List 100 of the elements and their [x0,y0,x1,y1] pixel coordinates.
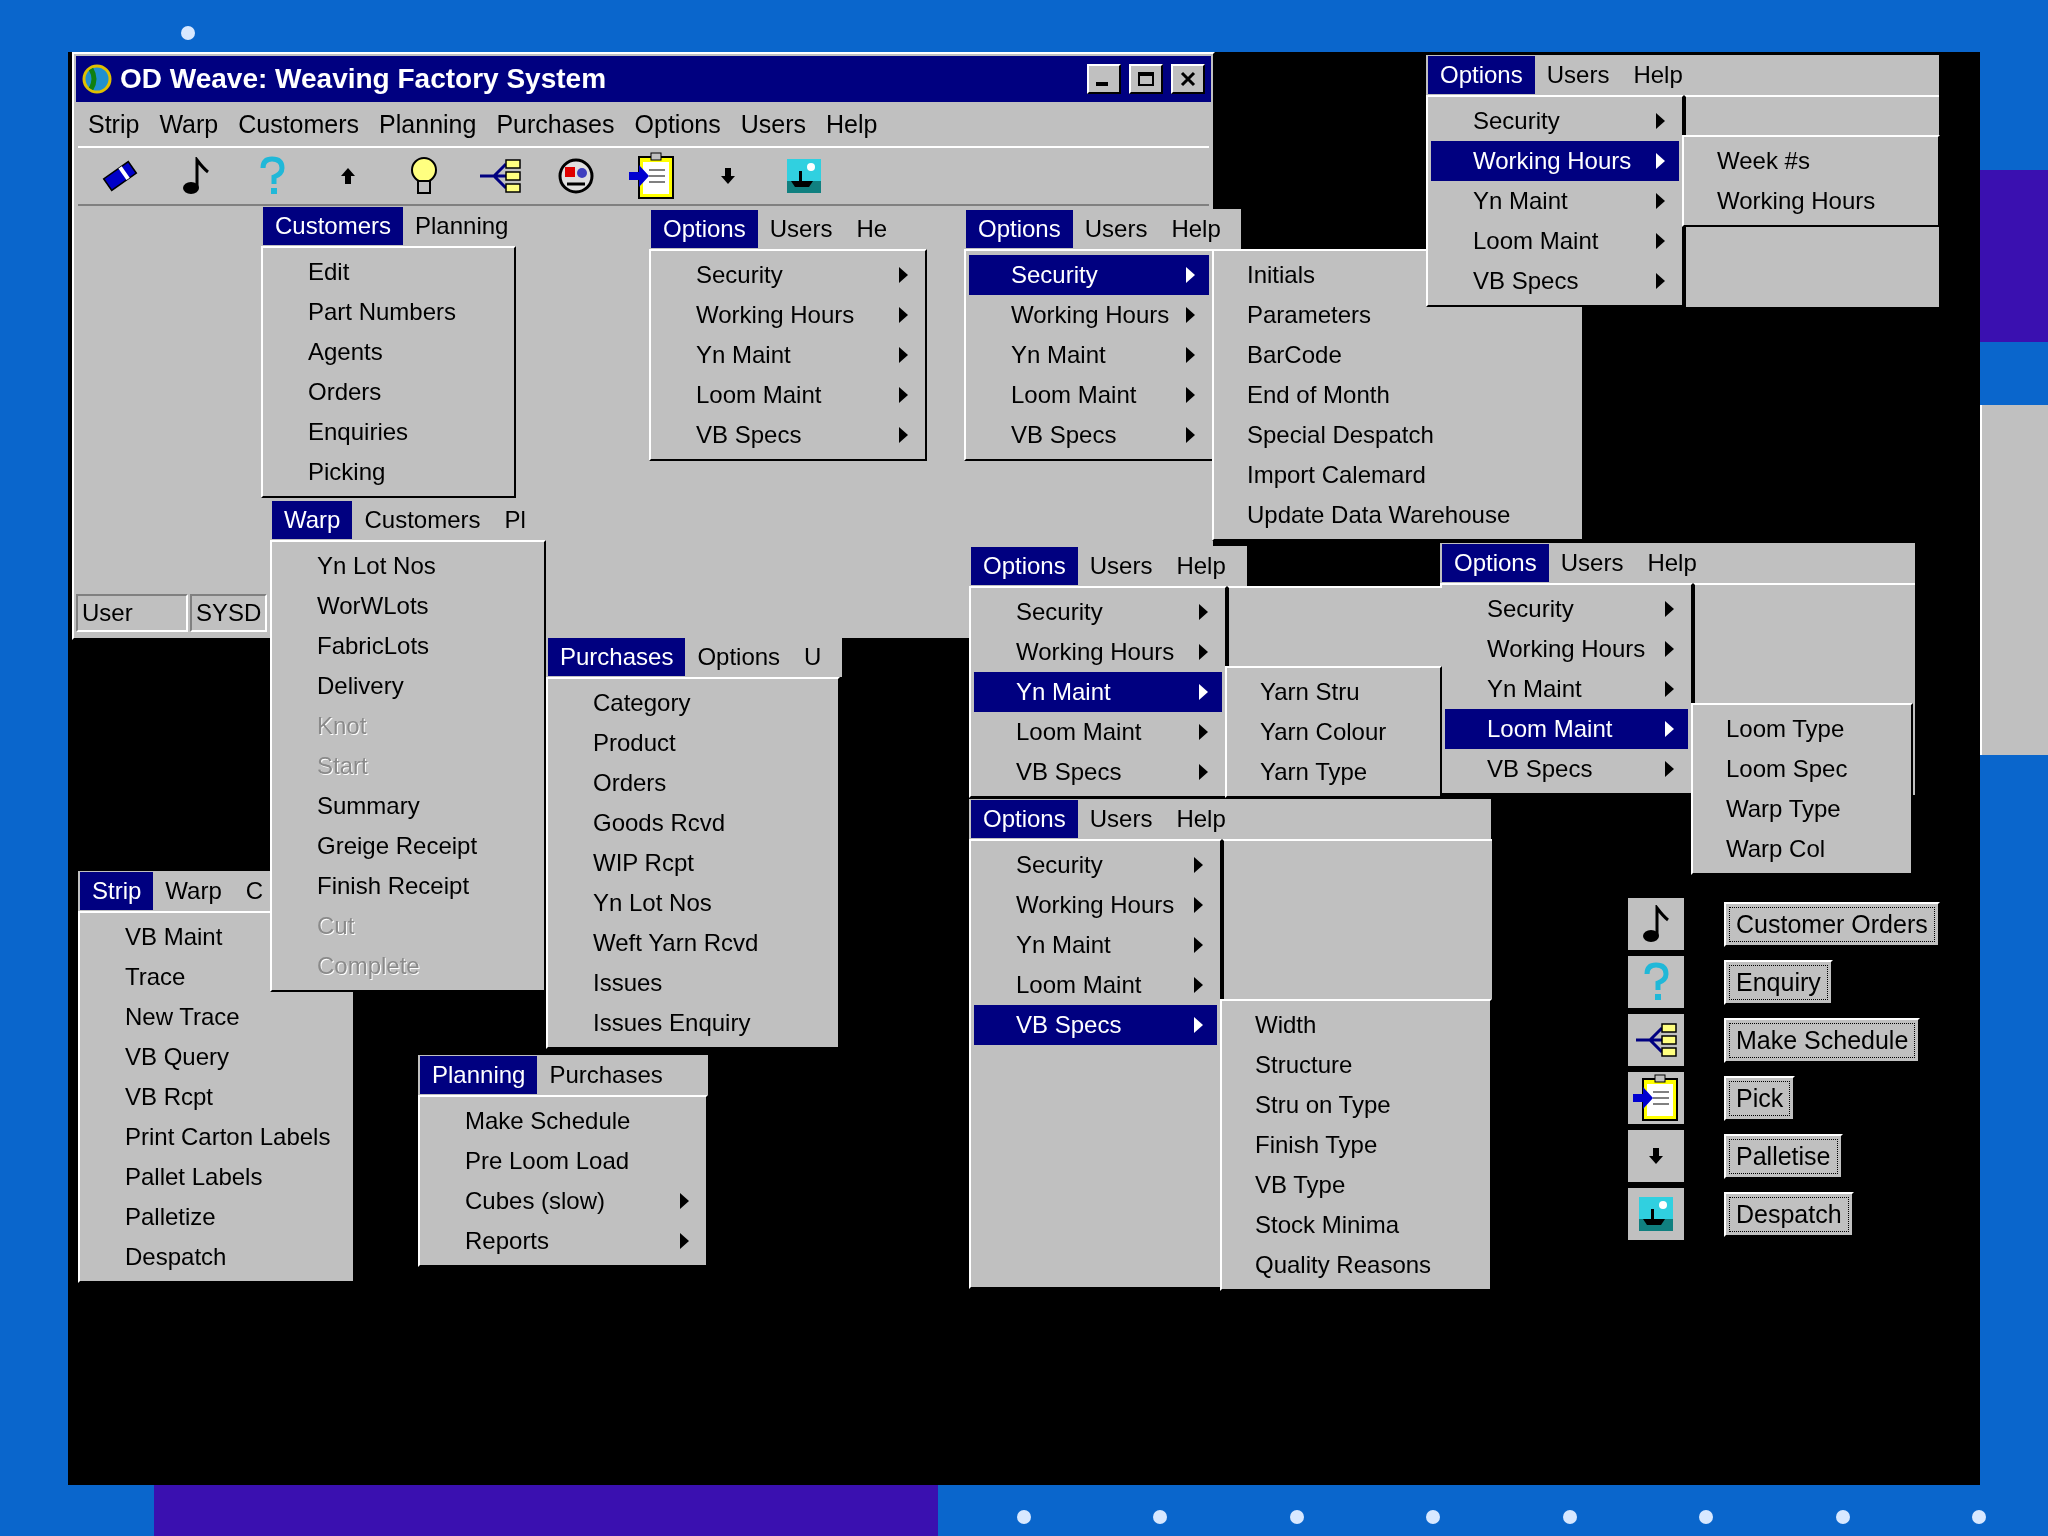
menu-item[interactable]: Picking [266,452,511,492]
menu-item[interactable]: Width [1225,1005,1487,1045]
menu-item[interactable]: Update Data Warehouse [1217,495,1579,535]
menu-item[interactable]: Summary [275,786,541,826]
menu-item[interactable]: Edit [266,252,511,292]
ship-icon[interactable] [787,159,821,193]
minimize-button[interactable] [1087,64,1121,94]
menu-bar-item[interactable]: Options [1442,544,1549,582]
menu-item[interactable]: Pallet Labels [83,1157,350,1197]
menu-bar-item[interactable]: Users [730,106,816,142]
menu-item[interactable]: Pre Loom Load [423,1141,703,1181]
menu-item[interactable]: Import Calemard [1217,455,1579,495]
menu-item[interactable]: Loom Maint [974,712,1222,752]
menu-item[interactable]: Loom Maint [974,965,1217,1005]
maximize-button[interactable] [1129,64,1163,94]
menu-bar-item[interactable]: Help [816,106,888,142]
menu-item[interactable]: Greige Receipt [275,826,541,866]
menu-item[interactable]: Stru on Type [1225,1085,1487,1125]
menu-item[interactable]: Security [974,592,1222,632]
menu-item[interactable]: WorWLots [275,586,541,626]
menu-item[interactable]: Goods Rcvd [551,803,835,843]
menu-bar-item[interactable]: Purchases [537,1056,675,1094]
hierarchy-icon[interactable] [478,159,522,193]
menu-bar-item[interactable]: Warp [153,872,234,910]
menu-item[interactable]: Working Hours [974,632,1222,672]
menu-item[interactable]: Delivery [275,666,541,706]
menu-item[interactable]: Working Hours [1687,181,1935,221]
menu-bar-item[interactable]: U [792,638,834,676]
menu-item[interactable]: Warp Type [1696,789,1908,829]
menu-item[interactable]: Security [974,845,1217,885]
menu-item[interactable]: Print Carton Labels [83,1117,350,1157]
menu-bar-item[interactable]: Help [1164,547,1238,585]
menu-bar-item[interactable]: Users [1077,547,1165,585]
shortcut-button[interactable]: Pick [1724,1075,1796,1121]
menu-bar-item[interactable]: Strip [78,106,150,142]
menu-item[interactable]: Orders [551,763,835,803]
menu-bar-item[interactable]: Users [1072,210,1160,248]
menu-item[interactable]: Loom Maint [1445,709,1688,749]
menu-bar-item[interactable]: Options [966,210,1073,248]
menu-item[interactable]: Loom Maint [654,375,922,415]
toolbar-button[interactable] [1628,1072,1684,1124]
menu-bar-item[interactable]: Strip [80,872,154,910]
menu-item[interactable]: Yn Maint [974,925,1217,965]
menu-item[interactable]: Loom Maint [969,375,1209,415]
menu-bar-item[interactable]: Users [1548,544,1636,582]
menu-item[interactable]: Structure [1225,1045,1487,1085]
menu-bar-item[interactable]: Customers [228,106,370,142]
shortcut-button[interactable]: Palletise [1724,1133,1843,1179]
menu-item[interactable]: Palletize [83,1197,350,1237]
menu-bar-item[interactable]: Help [1159,210,1233,248]
menu-bar-item[interactable]: Help [1164,800,1238,838]
menu-item[interactable]: New Trace [83,997,350,1037]
menu-item[interactable]: Yn Maint [1445,669,1688,709]
menu-bar-item[interactable]: Options [1428,56,1535,94]
menu-item[interactable]: Week #s [1687,141,1935,181]
menu-item[interactable]: Security [654,255,922,295]
up-arrow-icon[interactable] [340,167,356,185]
clipboard-icon[interactable] [627,152,677,200]
menu-item[interactable]: Security [969,255,1209,295]
menu-item[interactable]: Yn Maint [654,335,922,375]
menu-item[interactable]: Despatch [83,1237,350,1277]
menu-bar-item[interactable]: He [844,210,900,248]
menu-item[interactable]: Working Hours [1445,629,1688,669]
menu-item[interactable]: Yn Maint [969,335,1209,375]
close-button[interactable] [1171,64,1205,94]
shortcut-button[interactable]: Make Schedule [1724,1017,1921,1063]
menu-bar-item[interactable]: Options [624,106,731,142]
shortcut-button[interactable]: Enquiry [1724,959,1833,1005]
menu-item[interactable]: Security [1445,589,1688,629]
menu-item[interactable]: VB Specs [969,415,1209,455]
menu-item[interactable]: Special Despatch [1217,415,1579,455]
menu-item[interactable]: Security [1431,101,1679,141]
menu-item[interactable]: VB Type [1225,1165,1487,1205]
menu-item[interactable]: VB Specs [1445,749,1688,789]
menu-item[interactable]: Stock Minima [1225,1205,1487,1245]
menu-item[interactable]: Yn Maint [974,672,1222,712]
menu-item[interactable]: Yn Lot Nos [551,883,835,923]
disc-icon[interactable] [557,157,595,195]
menu-item[interactable]: Issues [551,963,835,1003]
menu-bar-item[interactable]: Users [757,210,845,248]
menu-item[interactable]: Reports [423,1221,703,1261]
menu-item[interactable]: Working Hours [654,295,922,335]
menu-item[interactable]: VB Specs [974,752,1222,792]
menu-item[interactable]: VB Rcpt [83,1077,350,1117]
menu-item[interactable]: Category [551,683,835,723]
menu-item[interactable]: Finish Type [1225,1125,1487,1165]
menu-item[interactable]: VB Specs [654,415,922,455]
menu-item[interactable]: Working Hours [969,295,1209,335]
menu-item[interactable]: VB Specs [974,1005,1217,1045]
menu-bar-item[interactable]: Options [971,800,1078,838]
menu-item[interactable]: FabricLots [275,626,541,666]
music-note-icon[interactable] [182,157,210,195]
down-arrow-icon[interactable] [720,167,736,185]
menu-item[interactable]: Orders [266,372,511,412]
menu-bar-item[interactable]: Options [971,547,1078,585]
menu-bar-item[interactable]: Purchases [548,638,686,676]
menu-bar-item[interactable]: Customers [352,501,493,539]
menu-bar-item[interactable]: Warp [149,106,229,142]
menu-item[interactable]: Loom Maint [1431,221,1679,261]
shortcut-button[interactable]: Despatch [1724,1191,1854,1237]
